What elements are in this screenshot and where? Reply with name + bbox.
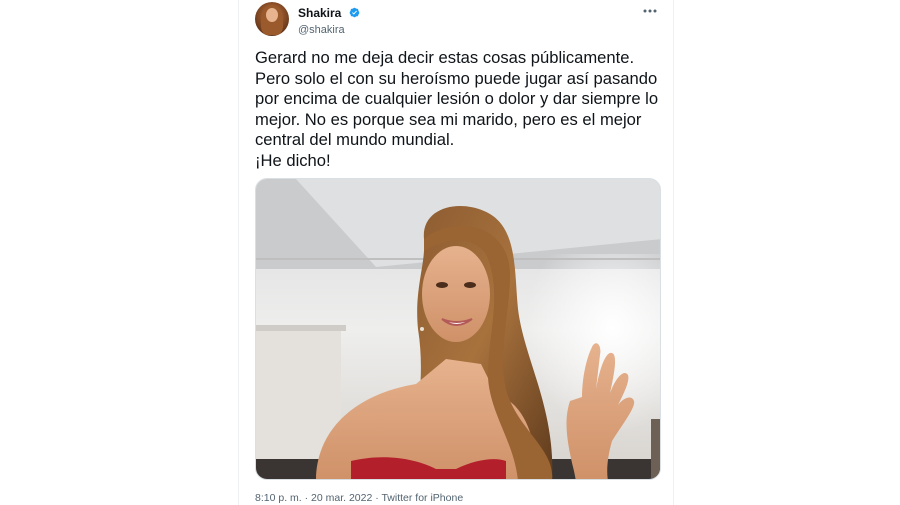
tweet-line: ¡He dicho!	[255, 150, 331, 170]
tweet-line: Gerard no me deja decir estas cosas públ…	[255, 48, 635, 67]
tweet-header: Shakira @shakira	[255, 2, 659, 40]
more-options-icon[interactable]	[641, 5, 659, 17]
tweet-line: central del mundo mundial.	[255, 130, 455, 149]
verified-badge-icon	[349, 7, 360, 18]
avatar-face	[266, 8, 278, 22]
tweet-line: por encima de cualquier lesión o dolor y…	[255, 89, 659, 108]
page: Shakira @shakira Gerard no me deja decir…	[0, 0, 900, 505]
tweet-line: Pero solo el con su heroísmo puede jugar…	[255, 68, 658, 88]
photo-illustration	[256, 179, 660, 479]
tweet-photo[interactable]	[255, 178, 661, 480]
display-name[interactable]: Shakira	[298, 6, 341, 20]
avatar[interactable]	[255, 2, 289, 36]
tweet-card: Shakira @shakira Gerard no me deja decir…	[238, 0, 674, 505]
user-info[interactable]: Shakira @shakira	[298, 4, 360, 36]
tweet-line: mejor. No es porque sea mi marido, pero …	[255, 109, 642, 129]
user-handle[interactable]: @shakira	[298, 24, 360, 36]
tweet-timestamp[interactable]: 8:10 p. m. · 20 mar. 2022 · Twitter for …	[255, 492, 463, 504]
tweet-text: Gerard no me deja decir estas cosas públ…	[255, 48, 665, 171]
